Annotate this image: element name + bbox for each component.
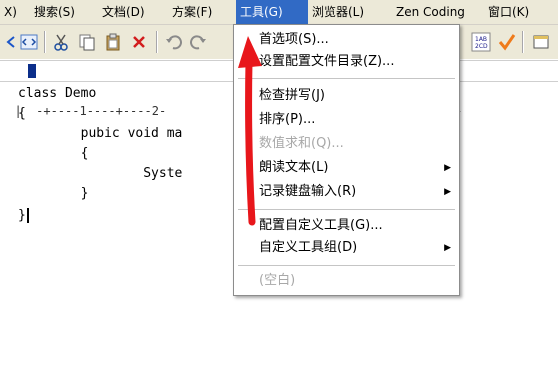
annotation-arrow-icon [238, 36, 262, 226]
